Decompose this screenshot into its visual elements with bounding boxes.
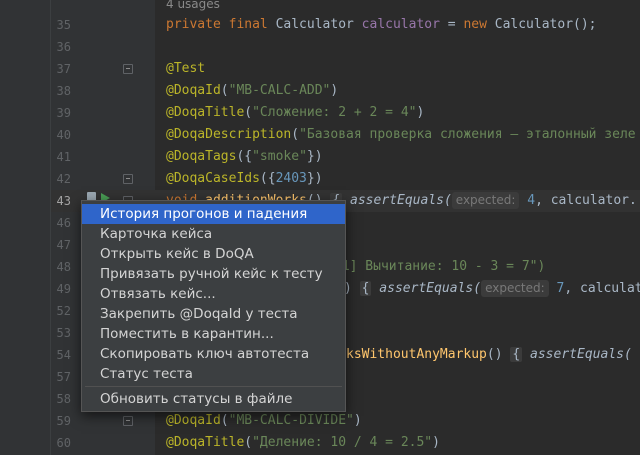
line-number: 37 <box>56 62 71 76</box>
code-text[interactable]: private final Calculator calculator = ne… <box>166 14 597 36</box>
menu-item-unlink-case[interactable]: Отвязать кейс... <box>82 284 345 304</box>
code-line: 59 @DoqaId("MB-CALC-DIVIDE") <box>0 410 640 432</box>
code-text[interactable]: @DoqaTags({"smoke"}) <box>166 146 323 168</box>
line-number: 36 <box>56 40 71 54</box>
menu-item-quarantine[interactable]: Поместить в карантин... <box>82 324 345 344</box>
usages-inlay[interactable]: 4 usages <box>166 0 220 15</box>
line-number: 60 <box>56 436 71 450</box>
menu-item-link-manual-case[interactable]: Привязать ручной кейс к тесту <box>82 264 345 284</box>
code-text[interactable]: @DoqaId("MB-CALC-DIVIDE") <box>166 410 362 432</box>
line-number: 47 <box>56 238 71 252</box>
parameter-hint: expected: <box>481 280 549 297</box>
line-number: 41 <box>56 150 71 164</box>
line-number: 54 <box>56 348 71 362</box>
line-number: 39 <box>56 106 71 120</box>
fold-toggle-icon[interactable] <box>123 174 133 184</box>
line-number: 59 <box>56 414 71 428</box>
fold-toggle-icon[interactable] <box>123 416 133 426</box>
code-line: 60 @DoqaTitle("Деление: 10 / 4 = 2.5") <box>0 432 640 454</box>
usages-row: 4 usages <box>0 0 640 15</box>
code-text[interactable]: @DoqaCaseIds({2403}) <box>166 168 323 190</box>
code-text[interactable]: @DoqaTitle("Деление: 10 / 4 = 2.5") <box>166 432 440 454</box>
line-number: 35 <box>56 18 71 32</box>
code-line: 40 @DoqaDescription("Базовая проверка сл… <box>0 124 640 146</box>
code-line: 35 private final Calculator calculator =… <box>0 14 640 36</box>
fold-toggle-icon[interactable] <box>123 64 133 74</box>
code-line: 42 @DoqaCaseIds({2403}) <box>0 168 640 190</box>
code-text[interactable]: 01] Вычитание: 10 - 3 = 7") <box>334 256 545 278</box>
line-number: 38 <box>56 84 71 98</box>
code-line: 41 @DoqaTags({"smoke"}) <box>0 146 640 168</box>
menu-item-refresh-statuses[interactable]: Обновить статусы в файле <box>82 389 345 409</box>
line-number: 40 <box>56 128 71 142</box>
parameter-hint: expected: <box>451 192 520 209</box>
line-number: 46 <box>56 216 71 230</box>
code-text[interactable]: @DoqaTitle("Сложение: 2 + 2 = 4") <box>166 102 424 124</box>
line-number: 48 <box>56 260 71 274</box>
code-text[interactable]: ) { assertEquals(expected: 7, calculat <box>344 278 640 300</box>
menu-item-test-status[interactable]: Статус теста <box>82 364 345 384</box>
code-line: 38 @DoqaId("MB-CALC-ADD") <box>0 80 640 102</box>
line-number: 57 <box>56 370 71 384</box>
menu-item-pin-doqa-id[interactable]: Закрепить @DoqaId у теста <box>82 304 345 324</box>
line-number: 49 <box>56 282 71 296</box>
line-number: 53 <box>56 326 71 340</box>
menu-separator <box>85 386 342 387</box>
code-text[interactable]: @DoqaId("MB-CALC-ADD") <box>166 80 338 102</box>
line-number: 42 <box>56 172 71 186</box>
code-text[interactable]: @DoqaDescription("Базовая проверка сложе… <box>166 124 636 146</box>
menu-item-copy-autotest-key[interactable]: Скопировать ключ автотеста <box>82 344 345 364</box>
code-text[interactable]: ksWithoutAnyMarkup() { assertEquals( <box>346 344 632 366</box>
line-number: 58 <box>56 392 71 406</box>
line-number: 52 <box>56 304 71 318</box>
menu-item-case-card[interactable]: Карточка кейса <box>82 224 345 244</box>
gutter-context-menu: История прогонов и падения Карточка кейс… <box>81 200 346 412</box>
line-number: 43 <box>56 194 71 208</box>
code-line: 37 @Test <box>0 58 640 80</box>
code-line: 39 @DoqaTitle("Сложение: 2 + 2 = 4") <box>0 102 640 124</box>
menu-item-open-in-doqa[interactable]: Открыть кейс в DoQA <box>82 244 345 264</box>
menu-item-run-history[interactable]: История прогонов и падения <box>82 204 345 224</box>
code-text[interactable]: @Test <box>166 58 205 80</box>
code-line: 36 <box>0 36 640 58</box>
